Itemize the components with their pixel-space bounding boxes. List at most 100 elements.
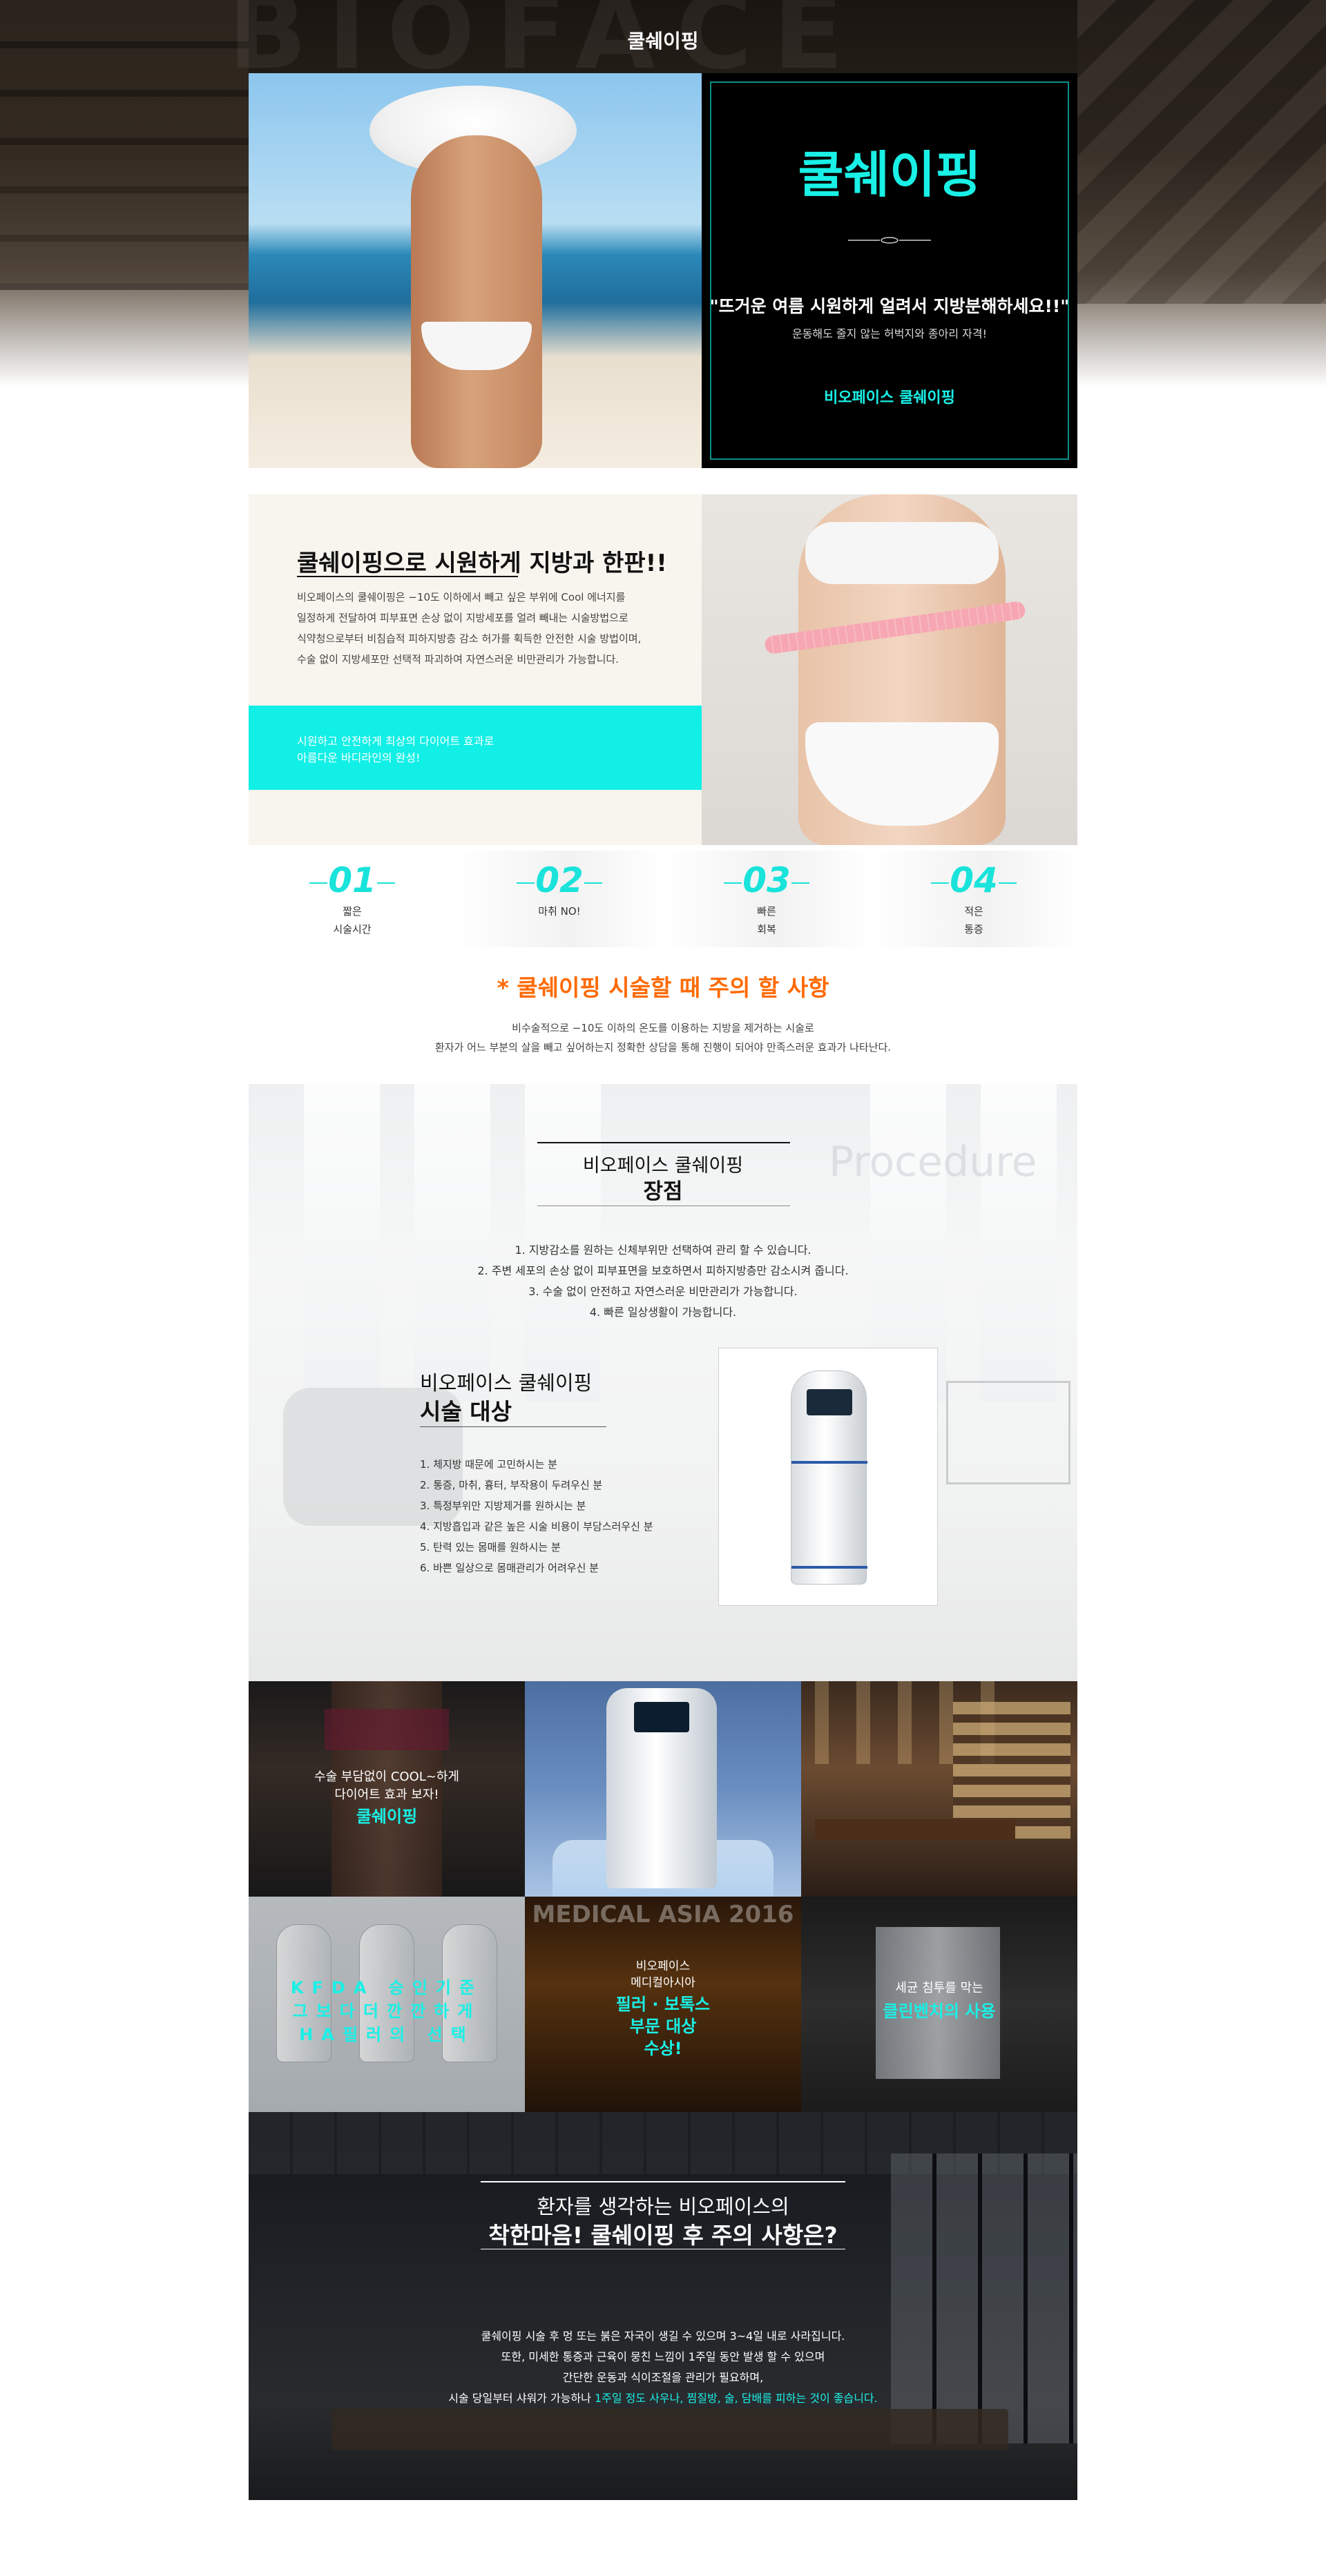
feature-item: 04 적은 통증	[870, 851, 1077, 947]
feature-dash	[999, 882, 1017, 884]
intro-band-line: 시원하고 안전하게 최상의 다이어트 효과로	[297, 735, 494, 748]
tile-highlight: 부문 대상	[629, 2017, 697, 2036]
grid-tile-cleanbench: 세균 침투를 막는 클린벤치의 사용	[801, 1897, 1077, 2112]
intro-body-line: 식약청으로부터 비침습적 피하지방층 감소 허가를 획득한 안전한 시술 방법이…	[297, 632, 642, 645]
advantages-list: 1. 지방감소를 원하는 신체부위만 선택하여 관리 할 수 있습니다. 2. …	[249, 1240, 1077, 1323]
grid-tile-kfda: KFDA 승인기준 그보다더깐깐하게 HA필러의 선택	[249, 1897, 525, 2112]
aftercare-line: 또한, 미세한 통증과 근육이 뭉친 느낌이 1주일 동안 발생 할 수 있으며	[501, 2350, 825, 2363]
tile-highlight: 쿨쉐이핑	[356, 1807, 418, 1826]
grid-tile-cool-diet: 수술 부담없이 COOL~하게 다이어트 효과 보자! 쿨쉐이핑	[249, 1681, 525, 1897]
feature-dash	[309, 882, 327, 884]
intro-band-line: 아름다운 바디라인의 완성!	[297, 751, 421, 764]
hero-text-box: 쿨쉐이핑 "뜨거운 여름 시원하게 얼려서 지방분해하세요!!" 운동해도 줄지…	[702, 73, 1077, 468]
sports-bra-shape	[805, 522, 999, 584]
tile-text: 그보다더깐깐하게	[292, 2002, 481, 2021]
device-stripe	[791, 1461, 867, 1464]
targets-rule	[420, 1426, 606, 1427]
aftercare-line: 시술 당일부터 샤워가 가능하나 1주일 정도 사우나, 찜질방, 술, 담배를…	[249, 2388, 1077, 2409]
feature-item: 03 빠른 회복	[663, 851, 870, 947]
feature-dash	[584, 882, 602, 884]
hero-section: 쿨쉐이핑 "뜨거운 여름 시원하게 얼려서 지방분해하세요!!" 운동해도 줄지…	[249, 73, 1077, 468]
tile-highlight: 필러 · 보톡스	[615, 1995, 711, 2014]
feature-label: 회복	[757, 923, 776, 936]
page-title: 쿨쉐이핑	[627, 30, 699, 52]
advantages-title: 장점	[643, 1179, 683, 1204]
aftercare-body: 쿨쉐이핑 시술 후 멍 또는 붉은 자국이 생길 수 있으며 3~4일 내로 사…	[249, 2326, 1077, 2409]
advantage-item: 4. 빠른 일상생활이 가능합니다.	[589, 1306, 737, 1319]
award-banner-text: MEDICAL ASIA 2016	[532, 1901, 794, 1928]
target-item: 2. 통증, 마취, 흉터, 부작용이 두려우신 분	[420, 1479, 603, 1491]
tile-text: 세균 침투를 막는	[895, 1981, 983, 1995]
feature-item: 01 짧은 시술시간	[249, 851, 456, 947]
tile-text: 다이어트 효과 보자!	[334, 1788, 439, 1802]
caution-text-line: 환자가 어느 부분의 살을 빼고 싶어하는지 정확한 상담을 통해 진행이 되어…	[434, 1041, 892, 1054]
intro-body: 비오페이스의 쿨쉐이핑은 −10도 이하에서 빼고 싶은 부위에 Cool 에너…	[297, 587, 684, 670]
target-item: 5. 탄력 있는 몸매를 원하시는 분	[420, 1541, 561, 1553]
clinic-section: Procedure 비오페이스 쿨쉐이핑 장점 1. 지방감소를 원하는 신체부…	[249, 1084, 1077, 1681]
aftercare-line: 쿨쉐이핑 시술 후 멍 또는 붉은 자국이 생길 수 있으며 3~4일 내로 사…	[481, 2330, 845, 2343]
caution-text-line: 비수술적으로 −10도 이하의 온도를 이용하는 지방을 제거하는 시술로	[512, 1022, 814, 1034]
intro-waist-photo	[702, 494, 1077, 845]
feature-number: 01	[328, 860, 376, 900]
aftercare-section: 환자를 생각하는 비오페이스의 착한마음! 쿨쉐이핑 후 주의 사항은? 쿨쉐이…	[249, 2112, 1077, 2500]
tile-highlight: 클린벤치의 사용	[883, 2002, 996, 2021]
tile-text: KFDA 승인기준	[290, 1978, 483, 1997]
feature-label: 빠른	[757, 905, 776, 918]
feature-number: 03	[742, 860, 791, 900]
feature-number: 04	[950, 860, 998, 900]
coolshaping-device-icon	[791, 1371, 867, 1585]
tile-highlight: 수상!	[644, 2039, 682, 2058]
targets-title: 시술 대상	[420, 1398, 512, 1425]
aftercare-line: 간단한 운동과 식이조절을 관리가 필요하며,	[562, 2371, 764, 2384]
tile-text: 수술 부담없이 COOL~하게	[314, 1770, 459, 1784]
machine-screen	[634, 1702, 689, 1732]
feature-dash	[931, 882, 949, 884]
grid-tile-lounge	[801, 1681, 1077, 1897]
hero-brand-label: 비오페이스 쿨쉐이핑	[824, 389, 955, 407]
feature-dash	[517, 882, 535, 884]
feature-dash	[377, 882, 395, 884]
aftercare-line-prefix: 시술 당일부터 샤워가 가능하나	[448, 2392, 595, 2405]
target-item: 6. 바쁜 일상으로 몸매관리가 어려우신 분	[420, 1562, 599, 1574]
model-body-shape	[411, 135, 542, 468]
feature-item: 02 마취 NO!	[456, 851, 663, 947]
tile-text: 비오페이스	[635, 1959, 691, 1973]
device-screen	[807, 1389, 852, 1415]
hero-quote: "뜨거운 여름 시원하게 얼려서 지방분해하세요!!"	[709, 296, 1070, 316]
caution-title: * 쿨쉐이핑 시술할 때 주의 할 사항	[497, 974, 829, 1001]
lounge-table	[815, 1819, 1015, 1840]
target-item: 3. 특정부위만 지방제거를 원하시는 분	[420, 1500, 586, 1512]
hero-beach-photo	[249, 73, 702, 468]
intro-section: 쿨쉐이핑으로 시원하게 지방과 한판!! 비오페이스의 쿨쉐이핑은 −10도 이…	[249, 494, 1077, 845]
grid-tile-device	[525, 1681, 801, 1897]
feature-label: 시술시간	[333, 923, 372, 936]
aftercare-top-rule	[481, 2181, 845, 2182]
feature-dash	[791, 882, 809, 884]
aftercare-kicker: 환자를 생각하는 비오페이스의	[537, 2195, 789, 2218]
advantage-item: 2. 주변 세포의 손상 없이 피부표면을 보호하면서 피하지방층만 감소시켜 …	[477, 1264, 849, 1277]
photo-grid: 수술 부담없이 COOL~하게 다이어트 효과 보자! 쿨쉐이핑 KFDA 승인…	[249, 1681, 1077, 2112]
advantages-bottom-rule	[537, 1205, 790, 1206]
aftercare-line-highlight: 1주일 정도 사우나, 찜질방, 술, 담배를 피하는 것이 좋습니다.	[594, 2392, 878, 2405]
ornament-divider-icon	[848, 237, 931, 244]
intro-highlight-band: 시원하고 안전하게 최상의 다이어트 효과로 아름다운 바디라인의 완성!	[249, 706, 702, 790]
target-item: 4. 지방흡입과 같은 높은 시술 비용이 부담스러우신 분	[420, 1520, 653, 1533]
coolshaping-machine-icon	[606, 1688, 717, 1888]
targets-kicker: 비오페이스 쿨쉐이핑	[420, 1371, 593, 1395]
device-image-card	[718, 1348, 938, 1606]
advantages-top-rule	[537, 1142, 790, 1143]
section-overlay	[249, 2112, 1077, 2500]
intro-body-line: 수술 없이 지방세포만 선택적 파괴하여 자연스러운 비만관리가 가능합니다.	[297, 653, 619, 666]
tile-text: HA필러의 선택	[299, 2025, 474, 2044]
hero-title: 쿨쉐이핑	[798, 146, 981, 204]
intro-title: 쿨쉐이핑으로 시원하게 지방과 한판!!	[297, 550, 667, 577]
feature-number: 02	[535, 860, 584, 900]
intro-body-line: 비오페이스의 쿨쉐이핑은 −10도 이하에서 빼고 싶은 부위에 Cool 에너…	[297, 591, 626, 603]
treatment-bed-photo	[946, 1381, 1070, 1484]
tile-text: 메디컬아시아	[631, 1976, 695, 1990]
hero-subtitle: 운동해도 줄지 않는 허벅지와 종아리 자격!	[791, 327, 988, 340]
device-stripe	[791, 1566, 867, 1569]
target-item: 1. 체지방 때문에 고민하시는 분	[420, 1458, 557, 1471]
advantage-item: 1. 지방감소를 원하는 신체부위만 선택하여 관리 할 수 있습니다.	[515, 1243, 811, 1257]
feature-label: 적은	[964, 905, 983, 918]
